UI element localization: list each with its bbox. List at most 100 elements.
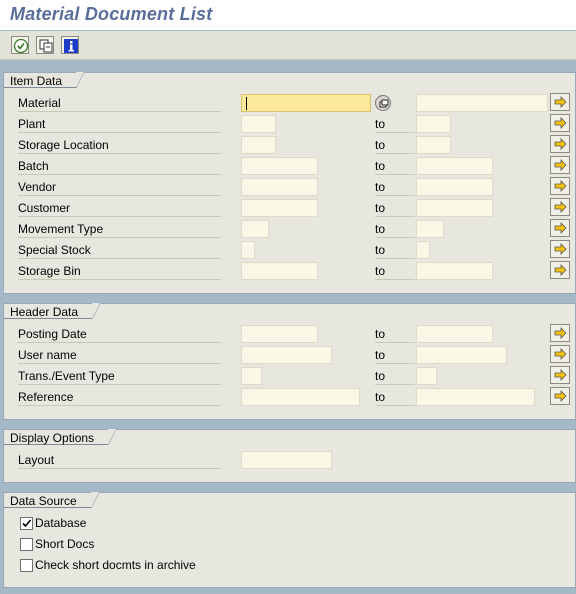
user-name-from-input[interactable] [241, 346, 332, 364]
to-label: to [375, 220, 415, 238]
posting-date-label: Posting Date [18, 325, 221, 343]
group-title: Header Data [4, 303, 101, 319]
special-stock-to-input[interactable] [416, 241, 430, 259]
arrow-right-icon [554, 180, 567, 192]
customer-from-input[interactable] [241, 199, 318, 217]
user-name-more-button[interactable] [550, 345, 570, 363]
check-archive-label: Check short docmts in archive [35, 558, 196, 572]
page-title: Material Document List [10, 4, 213, 24]
database-checkbox[interactable] [20, 517, 33, 530]
reference-more-button[interactable] [550, 387, 570, 405]
arrow-right-icon [554, 264, 567, 276]
item-data-group: Item Data Material Plant to Storage Loca… [3, 72, 576, 294]
to-label: to [375, 115, 415, 133]
database-label: Database [35, 516, 87, 530]
arrow-right-icon [554, 201, 567, 213]
movement-type-to-input[interactable] [416, 220, 444, 238]
trans-event-type-label: Trans./Event Type [18, 367, 221, 385]
storage-location-more-button[interactable] [550, 135, 570, 153]
to-label: to [375, 199, 415, 217]
batch-label: Batch [18, 157, 221, 175]
vendor-to-input[interactable] [416, 178, 493, 196]
storage-bin-more-button[interactable] [550, 261, 570, 279]
storage-location-label: Storage Location [18, 136, 221, 154]
data-source-group: Data Source Database Short Docs Check sh… [3, 492, 576, 588]
title-bar: Material Document List [0, 0, 576, 30]
storage-location-from-input[interactable] [241, 136, 276, 154]
display-options-group: Display Options Layout [3, 429, 576, 483]
trans-event-type-more-button[interactable] [550, 366, 570, 384]
to-label: to [375, 388, 415, 406]
to-label: to [375, 367, 415, 385]
user-name-label: User name [18, 346, 221, 364]
arrow-right-icon [554, 369, 567, 381]
group-title: Item Data [4, 72, 85, 88]
multiple-selection-icon [379, 99, 389, 108]
trans-event-type-from-input[interactable] [241, 367, 262, 385]
short-docs-label: Short Docs [35, 537, 95, 551]
arrow-right-icon [554, 222, 567, 234]
storage-location-to-input[interactable] [416, 136, 451, 154]
material-label: Material [18, 94, 221, 112]
storage-bin-from-input[interactable] [241, 262, 318, 280]
arrow-right-icon [554, 243, 567, 255]
vendor-label: Vendor [18, 178, 221, 196]
group-title: Display Options [4, 429, 117, 445]
customer-to-input[interactable] [416, 199, 493, 217]
multiple-selection-button[interactable] [375, 95, 391, 111]
check-archive-checkbox[interactable] [20, 559, 33, 572]
arrow-right-icon [554, 138, 567, 150]
group-title: Data Source [4, 492, 99, 508]
special-stock-label: Special Stock [18, 241, 221, 259]
arrow-right-icon [554, 348, 567, 360]
to-label: to [375, 157, 415, 175]
reference-from-input[interactable] [241, 388, 360, 406]
customer-label: Customer [18, 199, 221, 217]
get-variant-button[interactable] [36, 36, 54, 54]
batch-to-input[interactable] [416, 157, 493, 175]
execute-button[interactable] [11, 36, 29, 54]
arrow-right-icon [554, 96, 567, 108]
batch-more-button[interactable] [550, 156, 570, 174]
storage-bin-to-input[interactable] [416, 262, 493, 280]
to-label: to [375, 241, 415, 259]
arrow-right-icon [554, 159, 567, 171]
storage-bin-label: Storage Bin [18, 262, 221, 280]
posting-date-more-button[interactable] [550, 324, 570, 342]
short-docs-checkbox[interactable] [20, 538, 33, 551]
vendor-more-button[interactable] [550, 177, 570, 195]
special-stock-from-input[interactable] [241, 241, 255, 259]
movement-type-more-button[interactable] [550, 219, 570, 237]
reference-label: Reference [18, 388, 221, 406]
plant-more-button[interactable] [550, 114, 570, 132]
execute-icon [13, 38, 29, 54]
plant-to-input[interactable] [416, 115, 451, 133]
posting-date-to-input[interactable] [416, 325, 493, 343]
movement-type-label: Movement Type [18, 220, 221, 238]
to-label: to [375, 136, 415, 154]
vendor-from-input[interactable] [241, 178, 318, 196]
arrow-right-icon [554, 390, 567, 402]
user-name-to-input[interactable] [416, 346, 507, 364]
to-label: to [375, 325, 415, 343]
material-more-button[interactable] [550, 93, 570, 111]
info-button[interactable] [61, 36, 79, 54]
plant-from-input[interactable] [241, 115, 276, 133]
customer-more-button[interactable] [550, 198, 570, 216]
to-label: to [375, 346, 415, 364]
info-icon [64, 39, 78, 53]
movement-type-from-input[interactable] [241, 220, 269, 238]
copy-variant-icon [39, 39, 53, 53]
batch-from-input[interactable] [241, 157, 318, 175]
trans-event-type-to-input[interactable] [416, 367, 437, 385]
header-data-group: Header Data Posting Date to User name to… [3, 303, 576, 420]
material-from-input[interactable] [241, 94, 371, 112]
checkmark-icon [22, 519, 32, 528]
posting-date-from-input[interactable] [241, 325, 318, 343]
special-stock-more-button[interactable] [550, 240, 570, 258]
reference-to-input[interactable] [416, 388, 535, 406]
layout-input[interactable] [241, 451, 332, 469]
application-toolbar [0, 31, 576, 60]
material-to-input[interactable] [416, 94, 548, 112]
to-label: to [375, 262, 415, 280]
